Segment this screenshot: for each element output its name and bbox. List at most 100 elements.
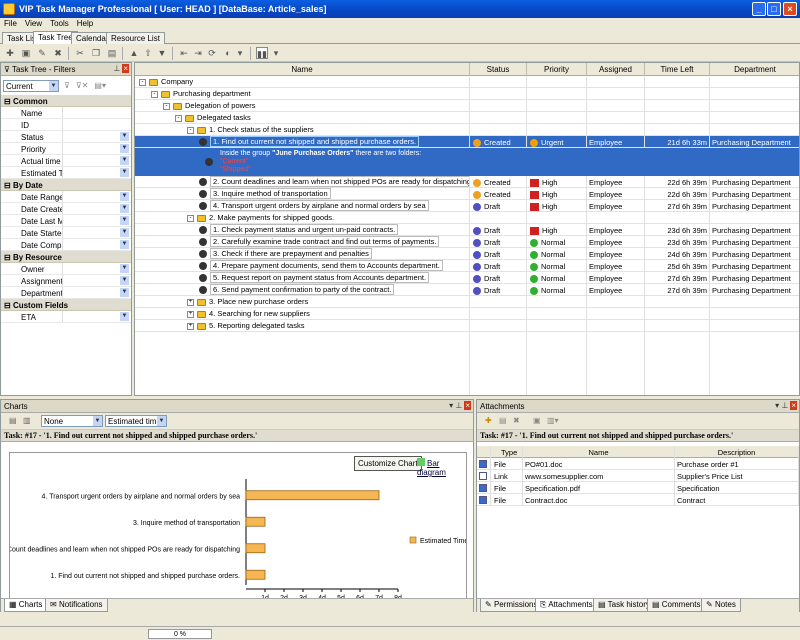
filter-row[interactable]: ETA ▼ <box>1 311 131 323</box>
collapse-icon[interactable]: - <box>187 126 194 134</box>
collapse-icon[interactable]: - <box>163 102 170 110</box>
folder-row[interactable]: - Delegation of powers <box>135 100 799 112</box>
filter-row[interactable]: Department ▼ <box>1 287 131 299</box>
chevron-down-icon[interactable]: ▼ <box>120 240 129 249</box>
tab-attachments[interactable]: ⎘ Attachments <box>535 599 598 612</box>
filter-value[interactable]: ▼ <box>63 131 131 142</box>
filter-row[interactable]: Date Started ▼ <box>1 227 131 239</box>
collapse-icon[interactable]: - <box>139 78 146 86</box>
filter-value[interactable]: ▼ <box>63 287 131 298</box>
chevron-down-icon[interactable]: ▼ <box>120 276 129 285</box>
move-up-icon[interactable]: ▲ <box>128 47 140 59</box>
outdent-icon[interactable]: ⇤ <box>178 47 190 59</box>
close-icon[interactable]: × <box>464 401 471 410</box>
chevron-down-icon[interactable]: ▼ <box>120 264 129 273</box>
print-icon[interactable]: ▤ <box>9 416 17 425</box>
columns-icon[interactable]: ▮▮ <box>256 47 268 59</box>
filter-row[interactable]: Date Compl ▼ <box>1 239 131 251</box>
collapse-icon[interactable]: ⊟ <box>4 97 13 106</box>
task-row[interactable]: 3. Check if there are prepayment and pen… <box>135 248 799 260</box>
filter-group-header[interactable]: ⊟ Common <box>1 95 131 107</box>
filter-group-header[interactable]: ⊟ Custom Fields <box>1 299 131 311</box>
chevron-down-icon[interactable]: ▼ <box>120 192 129 201</box>
tab-task-history[interactable]: ▤ Task history <box>593 599 655 612</box>
maximize-button[interactable]: □ <box>767 2 781 16</box>
collapse-icon[interactable]: ⊟ <box>4 181 13 190</box>
filter-row[interactable]: Date Last M ▼ <box>1 215 131 227</box>
chevron-down-icon[interactable]: ▼ <box>157 416 166 426</box>
folder-row[interactable]: - Purchasing department <box>135 88 799 100</box>
folder-row[interactable]: +4. Searching for new suppliers <box>135 308 799 320</box>
pin-icon[interactable]: ⊥ <box>113 64 120 73</box>
attachment-row[interactable]: Link www.somesupplier.com Supplier's Price… <box>477 470 799 482</box>
dropdown-icon[interactable]: ▾ <box>449 401 453 410</box>
close-icon[interactable]: × <box>122 64 129 73</box>
filter-value[interactable]: ▼ <box>63 215 131 226</box>
column-status[interactable]: Status <box>470 63 527 76</box>
column-name[interactable]: Name <box>523 446 675 458</box>
tab-notifications[interactable]: ✉ Notifications <box>45 599 108 612</box>
chevron-down-icon[interactable]: ▼ <box>120 228 129 237</box>
pin-icon[interactable]: ⊥ <box>781 401 788 410</box>
new-folder-icon[interactable]: ▣ <box>20 47 32 59</box>
filter-value[interactable]: ▼ <box>63 191 131 202</box>
folder-row[interactable]: - 2. Make payments for shipped goods. <box>135 212 799 224</box>
chevron-down-icon[interactable]: ▼ <box>120 168 129 177</box>
attachment-row[interactable]: File Contract.doc Contract <box>477 494 799 506</box>
collapse-icon[interactable]: ⊟ <box>4 253 13 262</box>
chevron-down-icon[interactable]: ▼ <box>49 80 58 91</box>
folder-row[interactable]: - Company <box>135 76 799 88</box>
group-by-select[interactable]: None ▼ <box>41 415 103 427</box>
filter-value[interactable] <box>63 119 131 130</box>
column-time-left[interactable]: Time Left <box>645 63 710 76</box>
clear-filter-icon[interactable]: ⊽✕ <box>76 81 89 90</box>
filter-value[interactable]: ▼ <box>63 311 131 322</box>
open-attachment-icon[interactable]: ▤ <box>499 416 507 425</box>
filter-preset-select[interactable]: Current ▼ <box>3 79 59 92</box>
column-assigned[interactable]: Assigned <box>587 63 645 76</box>
expand-icon[interactable]: + <box>187 310 194 318</box>
filter-row[interactable]: Date Create ▼ <box>1 203 131 215</box>
expand-icon[interactable]: + <box>187 298 194 306</box>
chevron-down-icon[interactable]: ▼ <box>120 144 129 153</box>
chevron-down-icon[interactable]: ▼ <box>120 156 129 165</box>
filter-value[interactable]: ▼ <box>63 203 131 214</box>
column-description[interactable]: Description <box>675 446 799 458</box>
chevron-down-icon[interactable]: ▼ <box>120 288 129 297</box>
save-attachment-icon[interactable]: ▣ <box>533 416 541 425</box>
collapse-icon[interactable]: - <box>151 90 158 98</box>
delete-attachment-icon[interactable]: ✖ <box>513 416 520 425</box>
task-row[interactable]: 4. Prepare payment documents, send them … <box>135 260 799 272</box>
task-row[interactable]: 1. Find out current not shipped and ship… <box>135 136 799 148</box>
dropdown-icon[interactable]: ▾ <box>775 401 779 410</box>
filter-value[interactable]: ▼ <box>63 263 131 274</box>
chevron-down-icon[interactable]: ▼ <box>120 312 129 321</box>
printer-icon[interactable]: ▥ <box>23 416 31 425</box>
expand-icon[interactable]: + <box>187 322 194 330</box>
folder-row[interactable]: - Delegated tasks <box>135 112 799 124</box>
chevron-down-icon[interactable]: ▾ <box>270 47 282 59</box>
menu-help[interactable]: Help <box>73 18 97 29</box>
task-row[interactable]: 4. Transport urgent orders by airplane a… <box>135 200 799 212</box>
task-row[interactable]: 2. Count deadlines and learn when not sh… <box>135 176 799 188</box>
add-attachment-icon[interactable]: ✚ <box>485 416 492 425</box>
tab-notes[interactable]: ✎ Notes <box>701 599 741 612</box>
copy-icon[interactable]: ❐ <box>90 47 102 59</box>
move-down-icon[interactable]: ▼ <box>156 47 168 59</box>
menu-file[interactable]: File <box>0 18 21 29</box>
filter-row[interactable]: Priority ▼ <box>1 143 131 155</box>
minimize-button[interactable]: _ <box>752 2 766 16</box>
measure-select[interactable]: Estimated time ▼ <box>105 415 167 427</box>
view-icon[interactable]: ◐ <box>222 47 234 59</box>
collapse-icon[interactable]: - <box>175 114 182 122</box>
paste-icon[interactable]: ▤ <box>106 47 118 59</box>
filter-value[interactable]: ▼ <box>63 155 131 166</box>
folder-row[interactable]: +3. Place new purchase orders <box>135 296 799 308</box>
filter-row[interactable]: Date Range ▼ <box>1 191 131 203</box>
chevron-down-icon[interactable]: ▼ <box>93 416 102 426</box>
attachment-row[interactable]: File Specification.pdf Specification <box>477 482 799 494</box>
filter-options-icon[interactable]: ▤▾ <box>94 81 106 90</box>
menu-view[interactable]: View <box>21 18 46 29</box>
task-row[interactable]: 5. Request report on payment status from… <box>135 272 799 284</box>
chevron-down-icon[interactable]: ▾ <box>234 47 246 59</box>
